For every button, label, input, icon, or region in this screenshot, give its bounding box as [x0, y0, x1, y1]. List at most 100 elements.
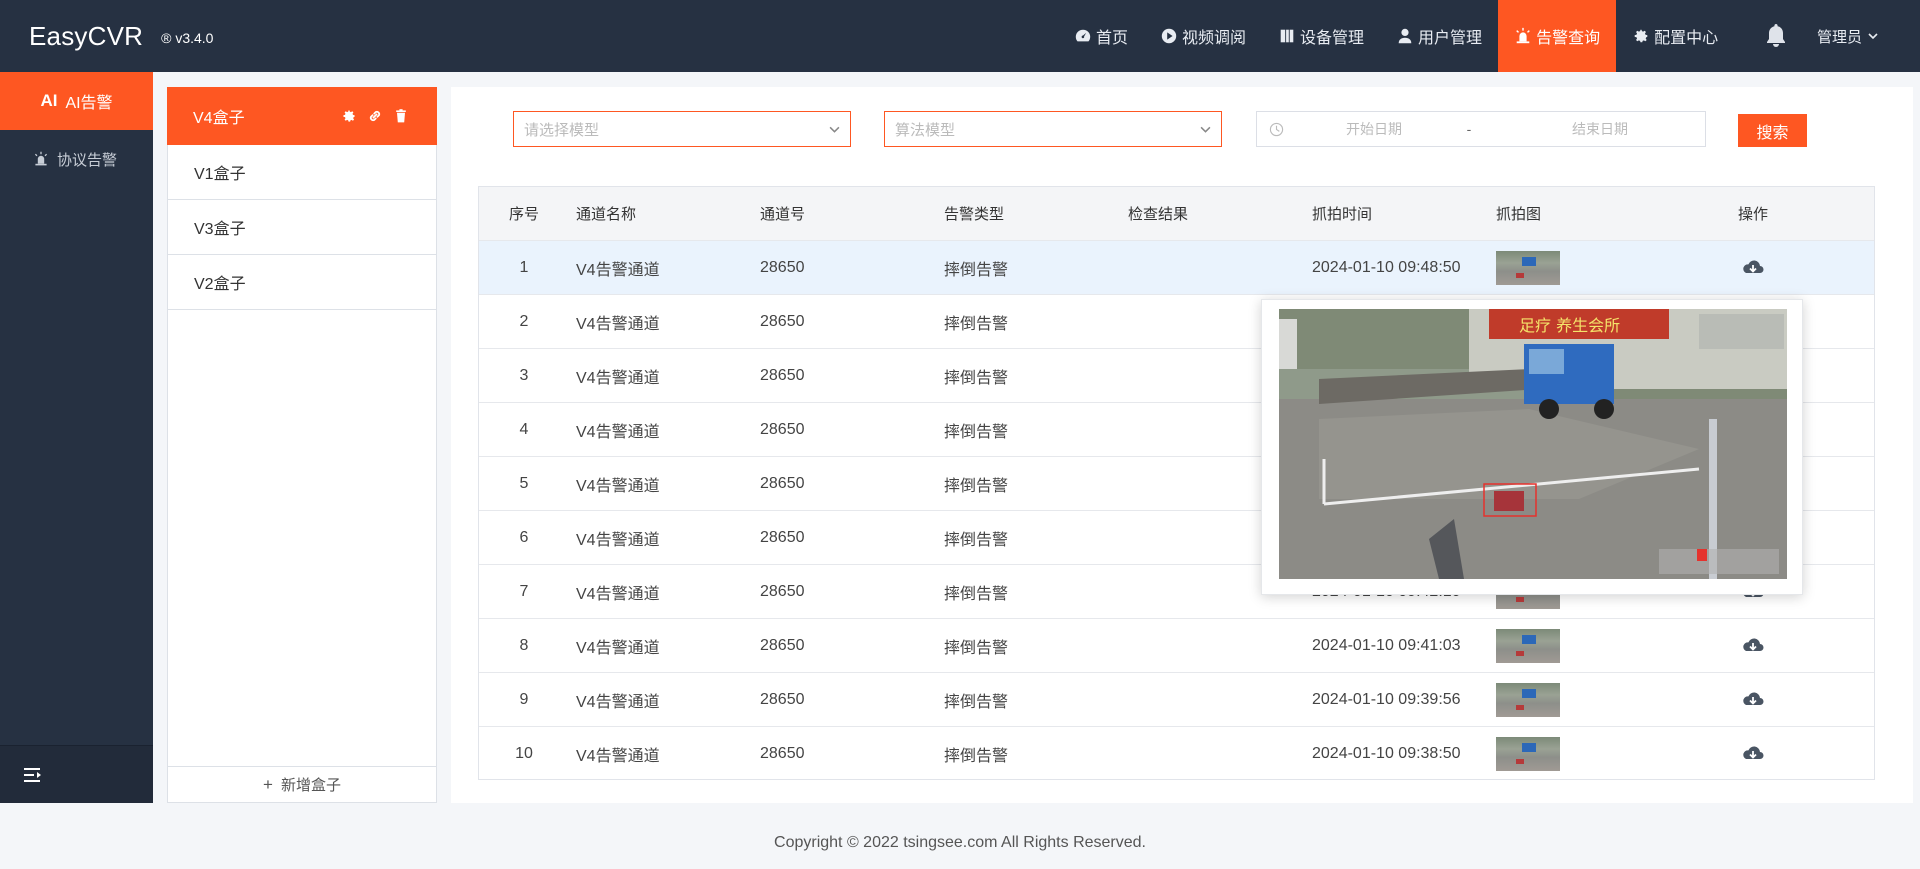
date-range-picker[interactable]: 开始日期 - 结束日期 — [1256, 111, 1706, 147]
box-item-label: V4盒子 — [193, 110, 245, 127]
cloud-download-icon[interactable] — [1741, 690, 1765, 710]
nav-device-label: 设备管理 — [1300, 30, 1365, 47]
cell-alarm-type: 摔倒告警 — [944, 531, 1009, 549]
cell-snapshot — [1489, 628, 1723, 663]
user-menu[interactable]: 管理员 — [1817, 0, 1878, 72]
snapshot-thumbnail[interactable] — [1496, 628, 1560, 663]
sidebar-item-protocol-alarm[interactable]: 协议告警 — [0, 130, 153, 188]
cell-action — [1723, 636, 1783, 656]
chevron-down-icon — [1868, 33, 1878, 40]
end-date-input[interactable]: 结束日期 — [1520, 119, 1680, 139]
snapshot-preview-popup: 足疗 养生会所 — [1261, 299, 1803, 595]
box-item-label: V2盒子 — [194, 276, 246, 293]
table-row[interactable]: 9 V4告警通道 28650 摔倒告警 2024-01-10 09:39:56 — [479, 673, 1874, 727]
snapshot-image: 足疗 养生会所 — [1279, 309, 1787, 579]
sidebar-item-label: 协议告警 — [57, 151, 118, 169]
cell-no: 2 — [519, 312, 529, 330]
cell-capture-time: 2024-01-10 09:39:56 — [1312, 690, 1461, 708]
snapshot-thumbnail[interactable] — [1496, 737, 1560, 771]
cell-channel-no: 28650 — [760, 258, 805, 276]
box-item-v3[interactable]: V3盒子 — [168, 200, 436, 255]
cell-alarm-type: 摔倒告警 — [944, 585, 1009, 603]
collapse-sidebar-button[interactable] — [0, 745, 153, 803]
footer: Copyright © 2022 tsingsee.com All Rights… — [0, 817, 1920, 869]
nav-video-label: 视频调阅 — [1182, 30, 1247, 47]
column-header: 通道名称 — [576, 206, 637, 223]
nav-user-label: 用户管理 — [1418, 30, 1483, 47]
start-date-input[interactable]: 开始日期 — [1294, 119, 1454, 139]
top-header: EasyCVR ® v3.4.0 首页 视频调阅 设备管理 用户管理 告警查询 … — [0, 0, 1920, 72]
date-separator: - — [1466, 121, 1472, 137]
cell-no: 9 — [519, 690, 529, 708]
table-row[interactable]: 10 V4告警通道 28650 摔倒告警 2024-01-10 09:38:50 — [479, 727, 1874, 781]
nav-user[interactable]: 用户管理 — [1380, 0, 1498, 72]
bell-icon[interactable] — [1764, 22, 1788, 48]
column-header: 通道号 — [760, 206, 806, 223]
cell-capture-time: 2024-01-10 09:38:50 — [1312, 745, 1461, 762]
cell-channel-name: V4告警通道 — [576, 693, 660, 711]
app-logo: EasyCVR — [29, 20, 144, 51]
shop-sign-text: 足疗 养生会所 — [1519, 316, 1620, 335]
add-box-button[interactable]: + 新增盒子 — [168, 766, 436, 802]
cell-no: 7 — [519, 582, 529, 600]
box-item-v1[interactable]: V1盒子 — [168, 145, 436, 200]
nav-config[interactable]: 配置中心 — [1616, 0, 1734, 72]
cell-channel-no: 28650 — [760, 312, 805, 330]
cell-no: 5 — [519, 474, 529, 492]
cell-no: 10 — [515, 745, 533, 762]
app-version: ® v3.4.0 — [161, 30, 214, 46]
cell-channel-name: V4告警通道 — [576, 639, 660, 657]
play-icon — [1161, 28, 1177, 44]
link-icon[interactable] — [367, 108, 383, 124]
cell-channel-no: 28650 — [760, 636, 805, 654]
left-sidebar: AI AI告警 协议告警 — [0, 72, 153, 803]
trash-icon[interactable] — [393, 108, 409, 124]
cell-channel-name: V4告警通道 — [576, 315, 660, 333]
sidebar-item-ai-alarm[interactable]: AI AI告警 — [0, 72, 153, 130]
table-row[interactable]: 1 V4告警通道 28650 摔倒告警 2024-01-10 09:48:50 — [479, 241, 1874, 295]
nav-video[interactable]: 视频调阅 — [1144, 0, 1262, 72]
cell-no: 4 — [519, 420, 529, 438]
cell-alarm-type: 摔倒告警 — [944, 261, 1009, 279]
nav-home-label: 首页 — [1096, 30, 1129, 47]
cloud-download-icon[interactable] — [1741, 744, 1765, 764]
cell-capture-time: 2024-01-10 09:48:50 — [1312, 258, 1461, 276]
cloud-download-icon[interactable] — [1741, 636, 1765, 656]
nav-alarm[interactable]: 告警查询 — [1498, 0, 1617, 72]
search-button[interactable]: 搜索 — [1738, 114, 1807, 147]
cell-alarm-type: 摔倒告警 — [944, 423, 1009, 441]
dashboard-icon — [1075, 29, 1091, 42]
add-box-label: 新增盒子 — [280, 777, 341, 794]
cloud-download-icon[interactable] — [1741, 258, 1765, 278]
box-actions — [341, 87, 409, 145]
cell-channel-name: V4告警通道 — [576, 477, 660, 495]
cell-action — [1723, 258, 1783, 278]
menu-fold-icon — [24, 767, 41, 782]
nav-home[interactable]: 首页 — [1058, 0, 1144, 72]
gear-icon[interactable] — [341, 108, 357, 124]
cell-channel-name: V4告警通道 — [576, 585, 660, 603]
box-item-v4[interactable]: V4盒子 — [167, 87, 437, 145]
cell-channel-no: 28650 — [760, 420, 805, 438]
alarm-main-panel: 请选择模型 算法模型 开始日期 - 结束日期 搜索 序号 通道名称 通道号 告警… — [451, 87, 1913, 803]
cell-channel-no: 28650 — [760, 582, 805, 600]
table-row[interactable]: 8 V4告警通道 28650 摔倒告警 2024-01-10 09:41:03 — [479, 619, 1874, 673]
cell-channel-no: 28650 — [760, 690, 805, 708]
snapshot-thumbnail[interactable] — [1496, 682, 1560, 717]
algorithm-select[interactable]: 算法模型 — [884, 111, 1222, 147]
nav-device[interactable]: 设备管理 — [1262, 0, 1380, 72]
box-list-panel: V4盒子 V1盒子 V3盒子 V2盒子 + 新增盒子 — [167, 87, 437, 803]
cell-channel-name: V4告警通道 — [576, 261, 660, 279]
snapshot-thumbnail[interactable] — [1496, 250, 1560, 285]
column-header: 操作 — [1737, 206, 1768, 223]
table-header: 序号 通道名称 通道号 告警类型 检查结果 抓拍时间 抓拍图 操作 — [479, 187, 1874, 241]
cell-snapshot — [1489, 250, 1723, 285]
cell-channel-no: 28650 — [760, 474, 805, 492]
cell-alarm-type: 摔倒告警 — [944, 477, 1009, 495]
cell-channel-name: V4告警通道 — [576, 369, 660, 387]
cell-alarm-type: 摔倒告警 — [944, 639, 1009, 657]
model-select[interactable]: 请选择模型 — [513, 111, 851, 147]
box-item-v2[interactable]: V2盒子 — [168, 255, 436, 310]
nav-alarm-label: 告警查询 — [1536, 30, 1601, 47]
cell-snapshot — [1489, 682, 1723, 717]
